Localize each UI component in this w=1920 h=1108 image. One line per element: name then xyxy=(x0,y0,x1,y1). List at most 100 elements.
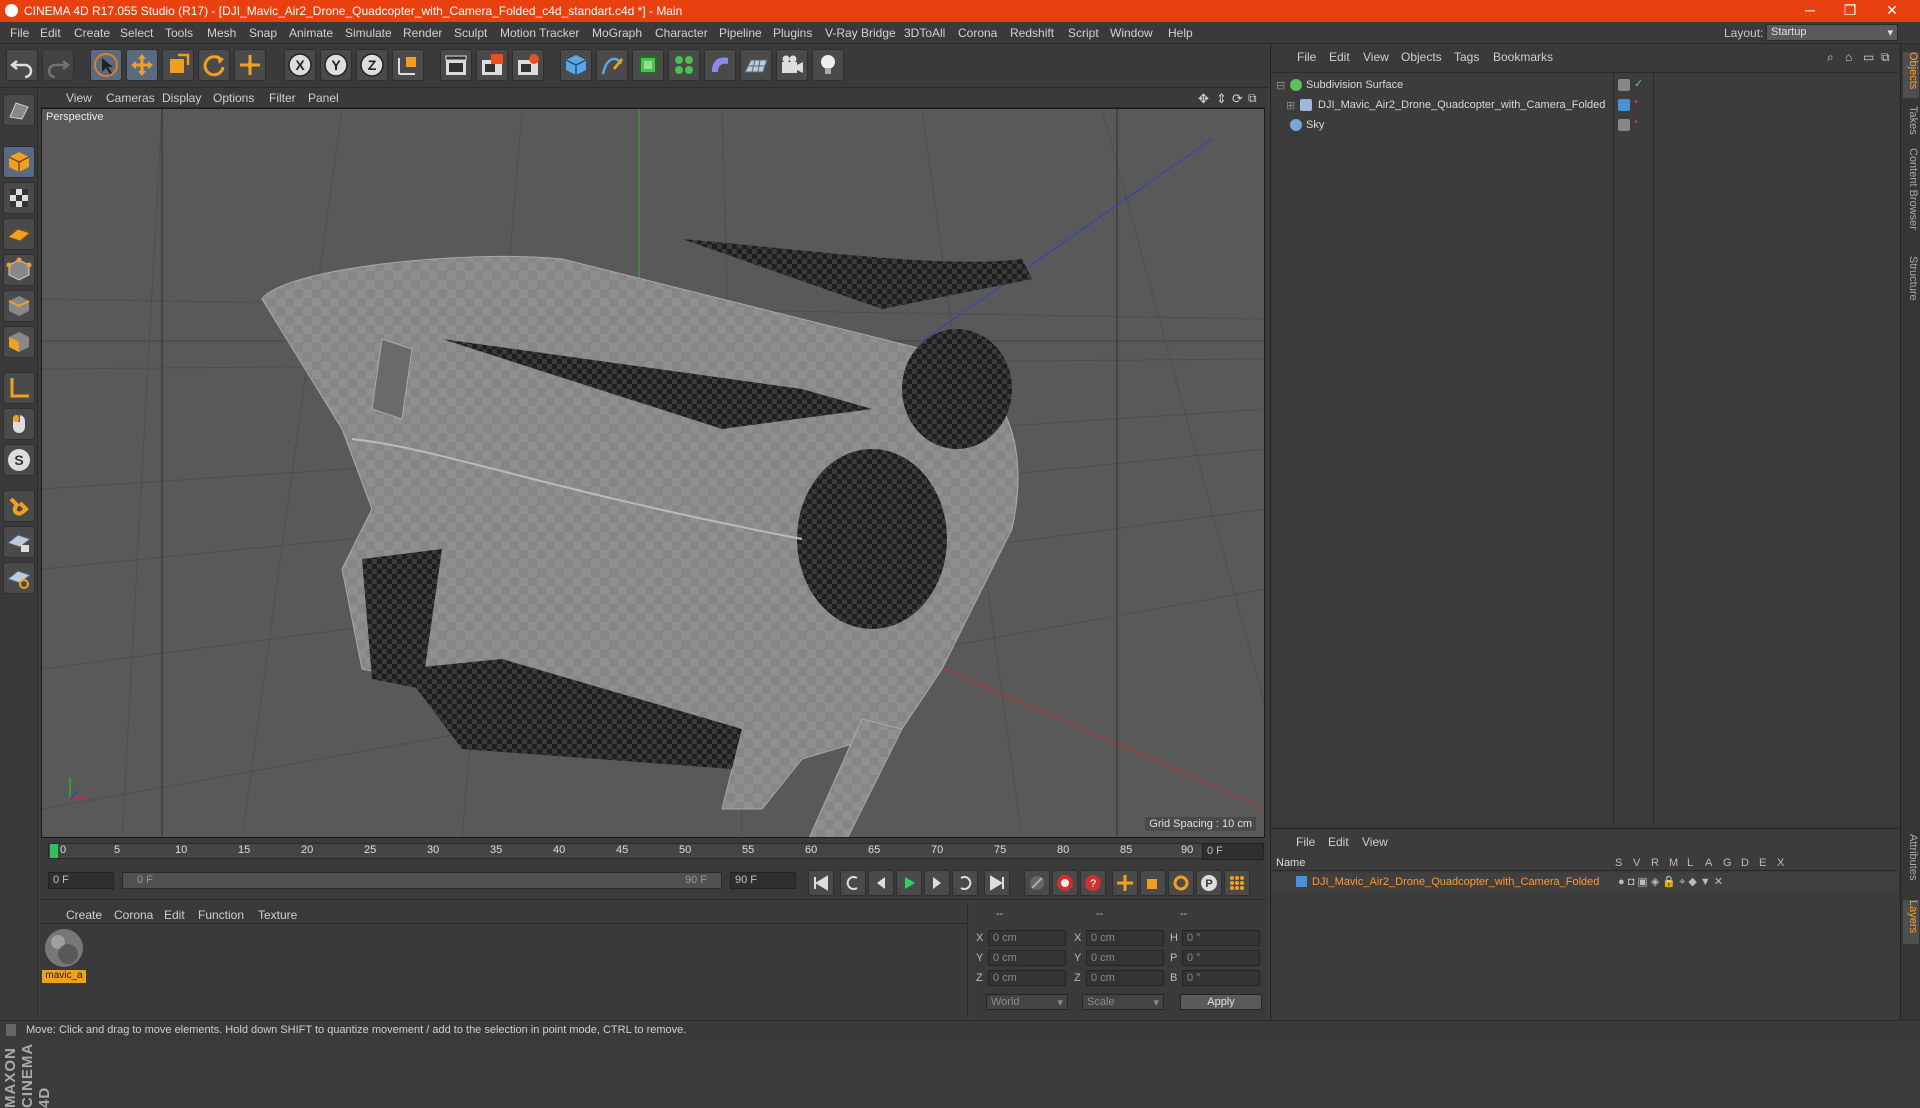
layer-tag-icon[interactable] xyxy=(1618,79,1630,91)
move-tool-button[interactable] xyxy=(126,49,158,81)
side-tab-takes[interactable]: Takes xyxy=(1903,106,1919,142)
viewport-zoom-icon[interactable]: ⇕ xyxy=(1216,91,1227,107)
x-axis-lock-button[interactable]: X xyxy=(284,49,316,81)
layer-toggle-icons[interactable]: ● ◘ ▣ ◈ 🔒 ⌖ ◆ ▼ ✕ xyxy=(1618,875,1723,889)
menu-corona[interactable]: Corona xyxy=(958,26,997,40)
viewport-menu-view[interactable]: View xyxy=(66,91,92,105)
rotation-h-field[interactable]: 0 ° xyxy=(1182,930,1260,946)
workplane-mode-button[interactable] xyxy=(3,218,35,250)
viewport-menu-options[interactable]: Options xyxy=(213,91,254,105)
layers-menu-file[interactable]: File xyxy=(1296,835,1315,849)
new-window-icon[interactable]: ▭ xyxy=(1863,50,1874,64)
size-mode-dropdown[interactable]: Scale ▾ xyxy=(1082,994,1164,1010)
size-z-field[interactable]: 0 cm xyxy=(1086,970,1164,986)
menu-mesh[interactable]: Mesh xyxy=(207,26,236,40)
points-mode-button[interactable] xyxy=(3,254,35,286)
viewport-maximize-icon[interactable]: ⧉ xyxy=(1248,91,1257,106)
go-to-start-button[interactable] xyxy=(808,870,834,896)
objects-menu-objects[interactable]: Objects xyxy=(1401,50,1442,64)
layer-column-header[interactable]: D xyxy=(1741,857,1749,869)
planar-workplane-button[interactable] xyxy=(3,562,35,594)
position-x-field[interactable]: 0 cm xyxy=(988,930,1066,946)
layer-column-header[interactable]: E xyxy=(1759,857,1766,869)
menu-help[interactable]: Help xyxy=(1168,26,1193,40)
material-menu-function[interactable]: Function xyxy=(198,908,244,922)
redo-button[interactable] xyxy=(42,49,74,81)
objects-menu-edit[interactable]: Edit xyxy=(1329,50,1350,64)
menu-create[interactable]: Create xyxy=(74,26,110,40)
objects-menu-view[interactable]: View xyxy=(1363,50,1389,64)
menu-motion-tracker[interactable]: Motion Tracker xyxy=(500,26,579,40)
model-mode-button[interactable] xyxy=(3,146,35,178)
viewport-menu-cameras[interactable]: Cameras xyxy=(106,91,155,105)
rotation-p-field[interactable]: 0 ° xyxy=(1182,950,1260,966)
tweak-mode-button[interactable] xyxy=(3,408,35,440)
side-tab-structure[interactable]: Structure xyxy=(1903,256,1919,316)
menu-simulate[interactable]: Simulate xyxy=(345,26,392,40)
current-frame-field[interactable]: 0 F xyxy=(1202,843,1264,860)
menu-window[interactable]: Window xyxy=(1110,26,1153,40)
start-frame-field[interactable]: 0 F xyxy=(48,872,114,889)
menu-snap[interactable]: Snap xyxy=(249,26,277,40)
viewport-rotate-icon[interactable]: ⟳ xyxy=(1232,91,1243,107)
side-tab-content-browser[interactable]: Content Browser xyxy=(1903,148,1919,248)
3d-viewport[interactable]: Perspective Grid Spacing : 10 cm xyxy=(41,108,1265,838)
previous-key-button[interactable] xyxy=(840,870,866,896)
object-row-drone[interactable]: ⊞ DJI_Mavic_Air2_Drone_Quadcopter_with_C… xyxy=(1272,95,1898,115)
viewport-menu-filter[interactable]: Filter xyxy=(269,91,296,105)
object-row-subdivision-surface[interactable]: ⊟ Subdivision Surface ✓ xyxy=(1272,75,1898,95)
end-frame-field[interactable]: 90 F xyxy=(730,872,796,889)
edges-mode-button[interactable] xyxy=(3,290,35,322)
layer-color-swatch[interactable] xyxy=(1296,876,1307,887)
viewport-pan-icon[interactable]: ✥ xyxy=(1198,91,1209,107)
objects-menu-bookmarks[interactable]: Bookmarks xyxy=(1493,50,1553,64)
render-view-button[interactable] xyxy=(440,49,472,81)
layer-column-header[interactable]: M xyxy=(1669,857,1678,869)
layer-row[interactable]: DJI_Mavic_Air2_Drone_Quadcopter_with_Cam… xyxy=(1272,873,1898,891)
layer-column-header[interactable]: X xyxy=(1777,857,1784,869)
deformer-button[interactable] xyxy=(704,49,736,81)
material-menu-texture[interactable]: Texture xyxy=(258,908,297,922)
material-menu-edit[interactable]: Edit xyxy=(164,908,185,922)
position-z-field[interactable]: 0 cm xyxy=(988,970,1066,986)
record-active-objects-button[interactable] xyxy=(1052,870,1078,896)
key-position-button[interactable] xyxy=(1112,870,1138,896)
layer-column-header[interactable]: R xyxy=(1651,857,1659,869)
side-tab-attributes[interactable]: Attributes xyxy=(1903,834,1919,894)
menu-script[interactable]: Script xyxy=(1068,26,1099,40)
pen-spline-button[interactable] xyxy=(596,49,628,81)
polygons-mode-button[interactable] xyxy=(3,326,35,358)
timeline-ruler[interactable]: 0 5 10 15 20 25 30 35 40 45 50 55 60 65 … xyxy=(40,840,1266,862)
visibility-dot-icon[interactable]: • xyxy=(1634,97,1638,108)
render-settings-button[interactable] xyxy=(512,49,544,81)
objects-menu-file[interactable]: File xyxy=(1297,50,1316,64)
rotate-tool-button[interactable] xyxy=(198,49,230,81)
viewport-menu-panel[interactable]: Panel xyxy=(308,91,339,105)
rotation-b-field[interactable]: 0 ° xyxy=(1182,970,1260,986)
texture-mode-button[interactable] xyxy=(3,182,35,214)
menu-pipeline[interactable]: Pipeline xyxy=(719,26,762,40)
layout-dropdown[interactable]: Startup ▾ xyxy=(1766,24,1898,41)
material-swatch[interactable]: mavic_a xyxy=(42,926,86,984)
y-axis-lock-button[interactable]: Y xyxy=(320,49,352,81)
layer-column-header[interactable]: S xyxy=(1615,857,1622,869)
menu-vray-bridge[interactable]: V-Ray Bridge xyxy=(825,26,896,40)
position-y-field[interactable]: 0 cm xyxy=(988,950,1066,966)
layers-menu-edit[interactable]: Edit xyxy=(1328,835,1349,849)
lock-workplane-button[interactable] xyxy=(3,526,35,558)
home-icon[interactable]: ⌂ xyxy=(1845,50,1852,64)
subdivision-surface-button[interactable] xyxy=(632,49,664,81)
material-menu-create[interactable]: Create xyxy=(66,908,102,922)
menu-sculpt[interactable]: Sculpt xyxy=(454,26,487,40)
maximize-button[interactable]: ❐ xyxy=(1830,2,1870,19)
floor-button[interactable] xyxy=(740,49,772,81)
coordinate-space-dropdown[interactable]: World ▾ xyxy=(986,994,1068,1010)
make-editable-button[interactable] xyxy=(3,94,35,126)
key-scale-button[interactable] xyxy=(1140,870,1166,896)
object-row-sky[interactable]: Sky • xyxy=(1272,115,1898,135)
layer-column-header[interactable]: A xyxy=(1705,857,1712,869)
previous-frame-button[interactable] xyxy=(868,870,894,896)
preview-range-slider[interactable]: 0 F 90 F xyxy=(122,872,722,889)
visibility-dot-icon[interactable]: • xyxy=(1634,117,1638,128)
menu-mograph[interactable]: MoGraph xyxy=(592,26,642,40)
